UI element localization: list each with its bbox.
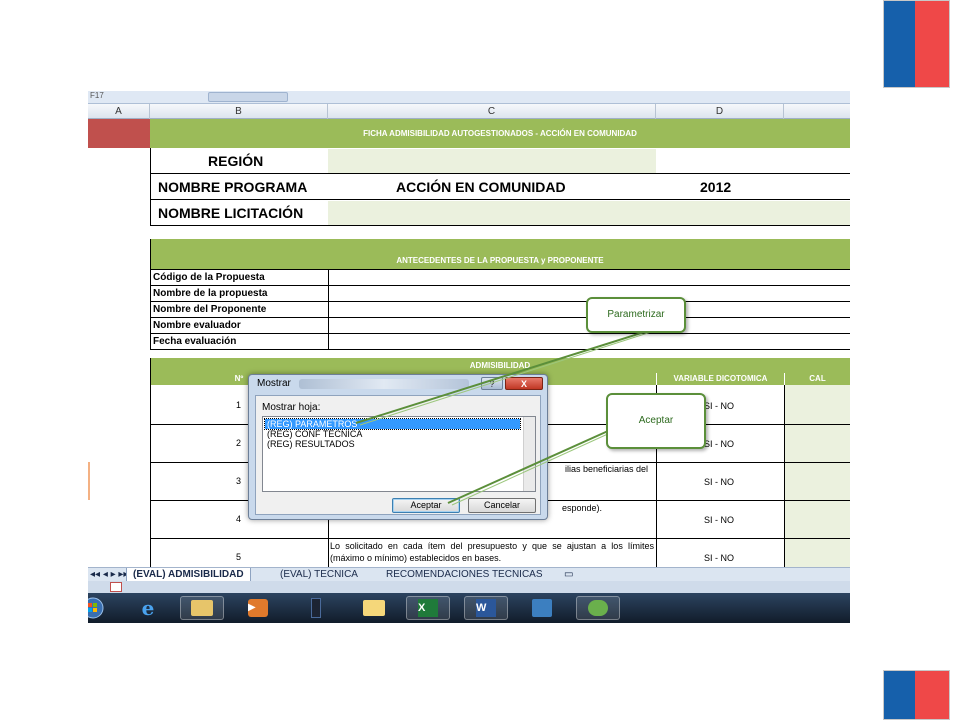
flag-decoration-top <box>883 0 950 88</box>
callout-arrows <box>355 322 674 506</box>
flag-decoration-bottom <box>883 670 950 720</box>
aceptar-callout: Aceptar <box>606 393 706 449</box>
excel-screenshot: F17 A B C D FICHA ADMISIBILIDAD AUTOGEST… <box>88 91 850 623</box>
parametrizar-callout: Parametrizar <box>586 297 686 333</box>
